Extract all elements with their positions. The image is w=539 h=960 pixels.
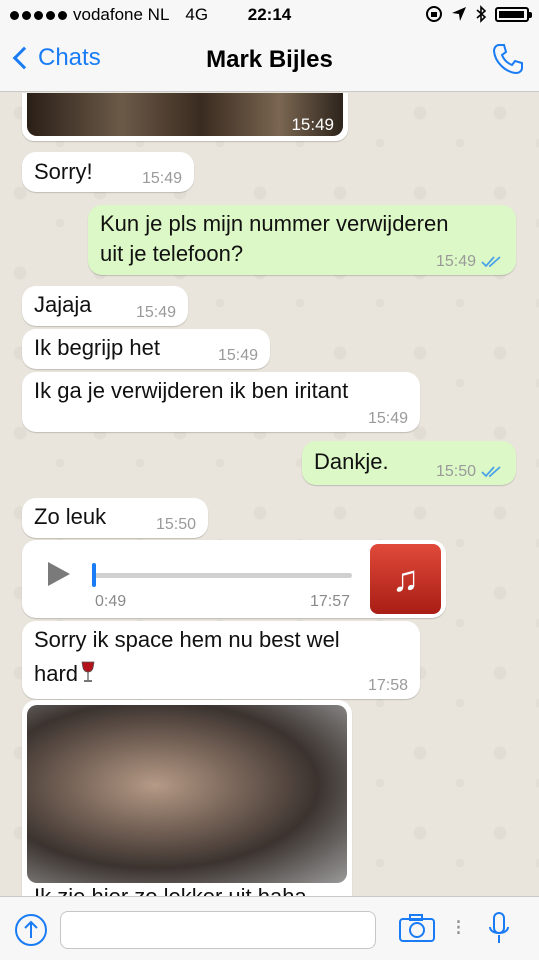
message-bubble[interactable]: Sorry ik space hem nu best wel hard 17:5… — [22, 621, 420, 699]
location-icon — [452, 7, 466, 21]
message-time: 15:49 — [367, 410, 408, 427]
message-time: 15:50 — [155, 516, 196, 533]
message-text: Sorry ik space hem nu best wel hard — [34, 623, 340, 691]
message-text: Dankje. — [314, 449, 389, 474]
upload-icon[interactable] — [14, 913, 48, 947]
message-text: Ik ga je verwijderen ik ben iritant — [34, 378, 349, 403]
message-time: 15:50 — [435, 463, 476, 480]
message-time: 15:49 — [135, 304, 176, 321]
message-list[interactable]: 15:49 Sorry! 15:49 Kun je pls mijn numme… — [0, 93, 539, 896]
message-time: 17:58 — [367, 677, 408, 694]
message-bubble[interactable]: Jajaja 15:49 — [22, 286, 188, 326]
orientation-lock-icon — [426, 6, 442, 22]
read-receipt-icon — [481, 466, 501, 478]
audio-progress-track[interactable] — [94, 573, 352, 578]
message-bubble[interactable]: Zo leuk 15:50 — [22, 498, 208, 538]
image-thumbnail[interactable] — [27, 705, 347, 883]
image-caption: Ik zie hier zo lekker uit haha — [34, 884, 307, 896]
message-text: Sorry! — [34, 159, 93, 184]
compose-bar: ⁝ — [0, 896, 539, 960]
message-time: 15:49 — [291, 115, 334, 134]
message-bubble[interactable]: Ik begrijp het 15:49 — [22, 329, 270, 369]
audio-position: 0:49 — [95, 593, 127, 610]
message-time: 15:49 — [217, 347, 258, 364]
message-bubble[interactable]: Kun je pls mijn nummer verwijderen uit j… — [88, 205, 516, 275]
separator-dots: ⁝ — [455, 915, 462, 940]
battery-icon — [495, 6, 532, 22]
message-time: 17:57 — [310, 593, 351, 610]
play-icon[interactable] — [48, 562, 70, 586]
message-text: Jajaja — [34, 292, 92, 317]
audio-message[interactable]: 0:49 17:57 ♫ — [22, 540, 446, 618]
message-bubble[interactable]: Dankje. 15:50 — [302, 441, 516, 485]
status-bar: vodafone NL 4G 22:14 — [0, 0, 539, 32]
phone-icon[interactable] — [491, 42, 525, 76]
message-text: Kun je pls mijn nummer verwijderen uit j… — [100, 211, 449, 266]
bluetooth-icon — [476, 5, 487, 23]
message-time: 15:49 — [435, 253, 476, 270]
chat-header: Chats Mark Bijles — [0, 32, 539, 92]
audio-scrubber[interactable] — [92, 563, 96, 587]
image-message[interactable]: Ik zie hier zo lekker uit haha — [22, 700, 352, 896]
message-input[interactable] — [60, 911, 376, 949]
wine-glass-icon — [81, 661, 95, 682]
message-bubble[interactable]: Sorry! 15:49 — [22, 152, 194, 192]
message-text: Ik begrijp het — [34, 335, 160, 360]
message-time: 15:49 — [141, 170, 182, 187]
contact-name[interactable]: Mark Bijles — [0, 46, 539, 74]
read-receipt-icon — [481, 256, 501, 268]
status-right — [425, 5, 532, 23]
camera-icon[interactable] — [398, 913, 436, 943]
microphone-icon[interactable] — [488, 911, 510, 947]
message-text: Zo leuk — [34, 504, 107, 529]
image-message[interactable]: 15:49 — [22, 93, 348, 141]
message-bubble[interactable]: Ik ga je verwijderen ik ben iritant 15:4… — [22, 372, 420, 432]
music-note-icon: ♫ — [370, 544, 441, 614]
